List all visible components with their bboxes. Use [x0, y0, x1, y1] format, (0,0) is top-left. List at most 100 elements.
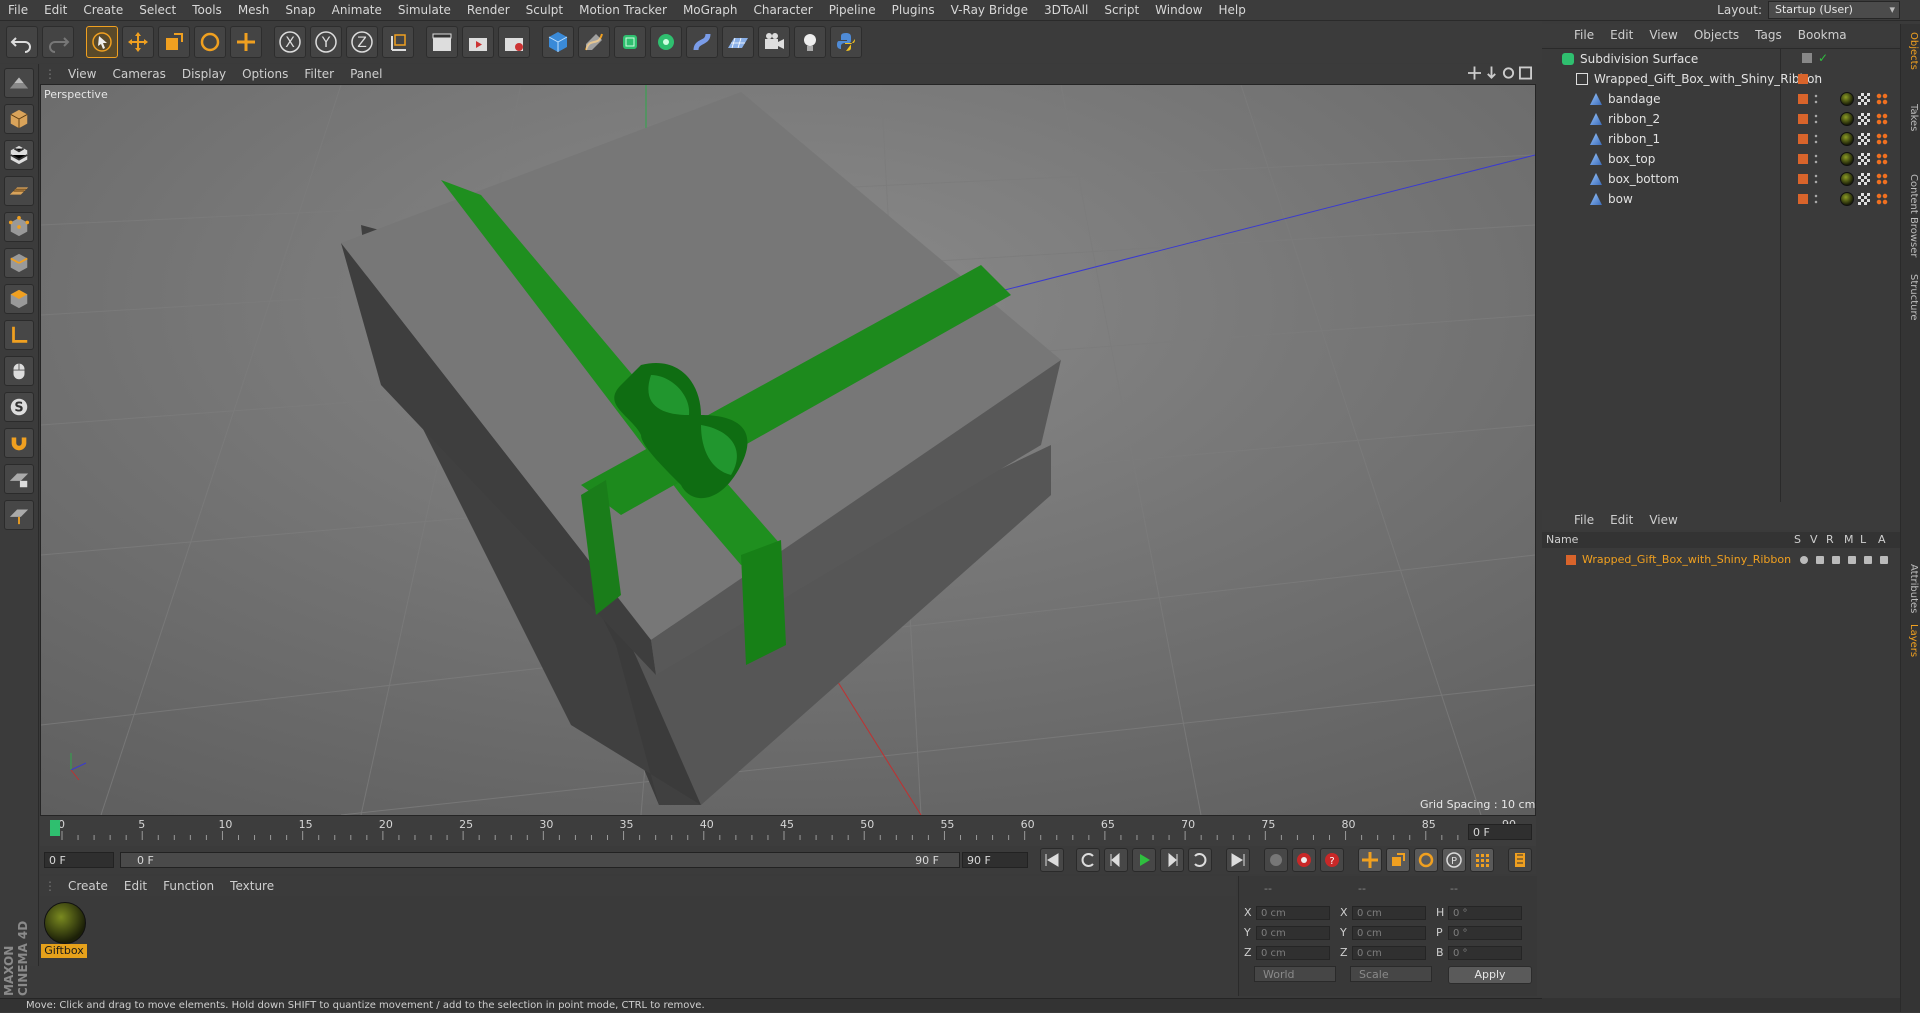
points-mode-button[interactable] — [4, 212, 34, 242]
frame-range-slider[interactable]: 0 F 90 F — [120, 852, 960, 868]
viewport-menu-display[interactable]: Display — [174, 67, 234, 81]
coord-value-field[interactable]: 0 ° — [1448, 926, 1522, 940]
viewport-menu-cameras[interactable]: Cameras — [104, 67, 173, 81]
object-menu-view[interactable]: View — [1641, 28, 1685, 42]
material-tag-icon[interactable] — [1840, 132, 1854, 146]
manager-icon[interactable] — [1848, 556, 1856, 564]
object-menu-edit[interactable]: Edit — [1602, 28, 1641, 42]
layer-column-a[interactable]: A — [1878, 532, 1886, 548]
apply-button[interactable]: Apply — [1448, 966, 1532, 984]
layout-select[interactable]: Startup (User) — [1768, 1, 1900, 19]
coord-value-field[interactable]: 0 ° — [1448, 946, 1522, 960]
side-tab-structure[interactable]: Structure — [1903, 274, 1919, 321]
timeline-window-button[interactable] — [1508, 848, 1532, 872]
uvw-tag-icon[interactable] — [1858, 173, 1870, 185]
layer-menu-file[interactable]: File — [1566, 513, 1602, 527]
solo-icon[interactable] — [1800, 556, 1808, 564]
uvw-tag-icon[interactable] — [1858, 133, 1870, 145]
material-tag-icon[interactable] — [1840, 152, 1854, 166]
coordinate-system-button[interactable] — [382, 26, 414, 58]
viewport-menu-panel[interactable]: Panel — [342, 67, 390, 81]
layer-color-icon[interactable] — [1798, 74, 1808, 84]
object-menu-objects[interactable]: Objects — [1686, 28, 1747, 42]
lock-workplane-button[interactable] — [4, 464, 34, 494]
texture-mode-button[interactable] — [4, 140, 34, 170]
viewport-menu-filter[interactable]: Filter — [296, 67, 342, 81]
layer-column-m[interactable]: M — [1844, 532, 1854, 548]
visibility-dots-icon[interactable] — [1814, 73, 1818, 85]
z-axis-button[interactable]: Z — [346, 26, 378, 58]
tweak-mode-button[interactable] — [4, 356, 34, 386]
autokey-button[interactable]: ? — [1320, 848, 1344, 872]
3d-viewport[interactable] — [40, 84, 1536, 816]
material-tag-icon[interactable] — [1840, 172, 1854, 186]
material-tag-icon[interactable] — [1840, 92, 1854, 106]
layer-list[interactable]: Wrapped_Gift_Box_with_Shiny_Ribbon — [1542, 548, 1900, 998]
viewport-menu-options[interactable]: Options — [234, 67, 296, 81]
key-parameter-button[interactable]: P — [1442, 848, 1466, 872]
key-position-button[interactable] — [1358, 848, 1382, 872]
timeline-frame-field[interactable]: 0 F — [1468, 824, 1532, 840]
next-frame-button[interactable] — [1160, 848, 1184, 872]
menu-select[interactable]: Select — [131, 0, 184, 20]
menu-character[interactable]: Character — [745, 0, 820, 20]
side-tab-takes[interactable]: Takes — [1903, 104, 1919, 131]
material-name-label[interactable]: Giftbox — [41, 944, 87, 958]
menu-help[interactable]: Help — [1210, 0, 1253, 20]
pan-icon[interactable] — [1468, 66, 1481, 80]
make-editable-button[interactable] — [4, 68, 34, 98]
viewport-menu-view[interactable]: View — [60, 67, 104, 81]
material-menu-create[interactable]: Create — [60, 879, 116, 893]
menu-snap[interactable]: Snap — [277, 0, 323, 20]
menu-create[interactable]: Create — [75, 0, 131, 20]
material-tag-icon[interactable] — [1840, 192, 1854, 206]
material-menu-texture[interactable]: Texture — [222, 879, 282, 893]
record-button[interactable] — [1292, 848, 1316, 872]
menu-animate[interactable]: Animate — [324, 0, 390, 20]
menu-v-ray-bridge[interactable]: V-Ray Bridge — [943, 0, 1036, 20]
visibility-dots-icon[interactable] — [1814, 93, 1818, 105]
redo-button[interactable] — [42, 26, 74, 58]
coord-value-field[interactable]: 0 cm — [1352, 926, 1426, 940]
axis-mode-button[interactable] — [4, 320, 34, 350]
maximize-view-icon[interactable] — [1519, 66, 1532, 80]
selection-tag-icon[interactable] — [1876, 193, 1888, 205]
eye-icon[interactable] — [1816, 556, 1824, 564]
camera-button[interactable] — [758, 26, 790, 58]
planar-workplane-button[interactable] — [4, 500, 34, 530]
render-view-button[interactable] — [426, 26, 458, 58]
coord-value-field[interactable]: 0 ° — [1448, 906, 1522, 920]
material-list[interactable] — [40, 896, 1236, 996]
animation-icon[interactable] — [1880, 556, 1888, 564]
uvw-tag-icon[interactable] — [1858, 153, 1870, 165]
layer-scrollbar[interactable] — [1542, 998, 1900, 1012]
layer-column-l[interactable]: L — [1860, 532, 1866, 548]
edges-mode-button[interactable] — [4, 248, 34, 278]
mograph-cloner-button[interactable] — [650, 26, 682, 58]
layer-column-r[interactable]: R — [1826, 532, 1834, 548]
prev-keyframe-button[interactable] — [1076, 848, 1100, 872]
layer-color-icon[interactable] — [1798, 114, 1808, 124]
uvw-tag-icon[interactable] — [1858, 93, 1870, 105]
layer-color-icon[interactable] — [1798, 174, 1808, 184]
scene-canvas[interactable] — [41, 85, 1535, 815]
visibility-dots-icon[interactable] — [1814, 153, 1818, 165]
render-picture-viewer-button[interactable] — [462, 26, 494, 58]
go-to-end-button[interactable] — [1226, 848, 1250, 872]
coord-value-field[interactable]: 0 cm — [1256, 946, 1330, 960]
side-tab-attributes[interactable]: Attributes — [1903, 564, 1919, 613]
menu-mesh[interactable]: Mesh — [230, 0, 278, 20]
layer-menu-edit[interactable]: Edit — [1602, 513, 1641, 527]
side-tab-layers[interactable]: Layers — [1903, 624, 1919, 657]
layer-color-icon[interactable] — [1798, 134, 1808, 144]
layer-row[interactable]: Wrapped_Gift_Box_with_Shiny_Ribbon — [1542, 550, 1900, 570]
visibility-dots-icon[interactable] — [1814, 193, 1818, 205]
light-button[interactable] — [794, 26, 826, 58]
scale-button[interactable] — [158, 26, 190, 58]
layer-color-icon[interactable] — [1798, 94, 1808, 104]
layer-color-icon[interactable] — [1566, 555, 1576, 565]
polygons-mode-button[interactable] — [4, 284, 34, 314]
layer-column-s[interactable]: S — [1794, 532, 1801, 548]
menu-mograph[interactable]: MoGraph — [675, 0, 746, 20]
visibility-dots-icon[interactable] — [1814, 113, 1818, 125]
